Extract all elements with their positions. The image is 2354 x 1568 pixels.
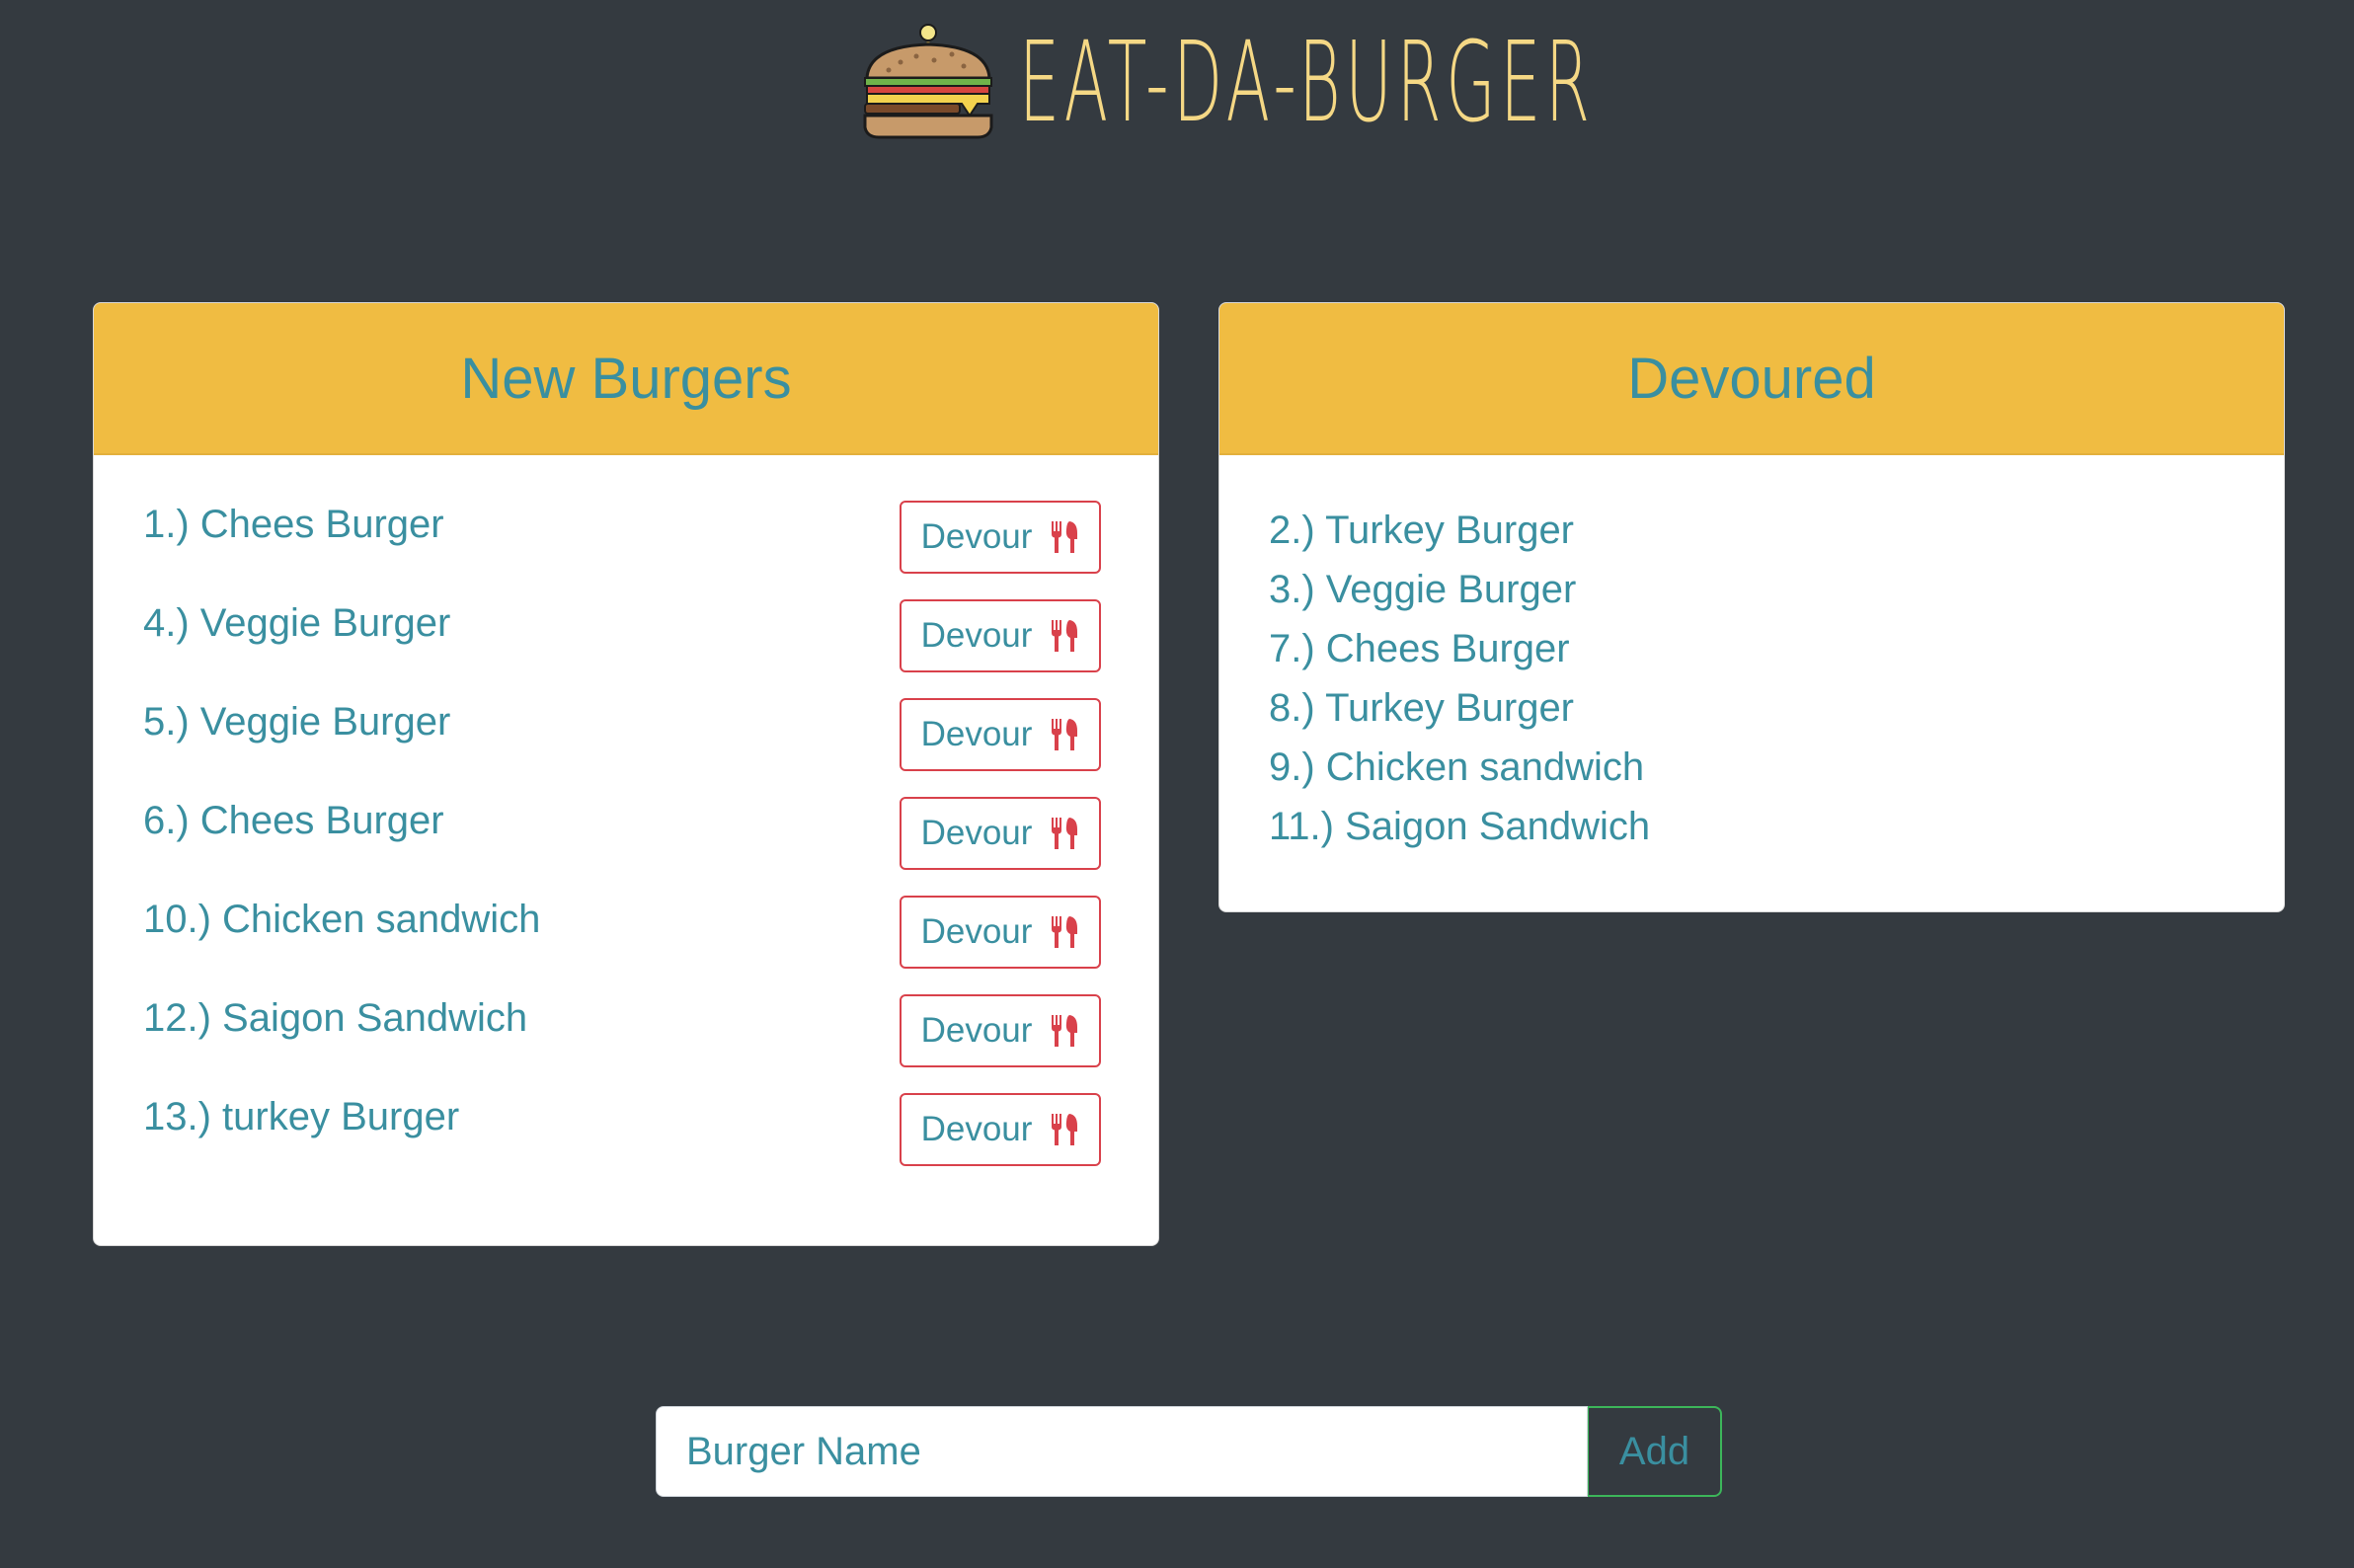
list-item: 13.) turkey Burger Devour bbox=[143, 1093, 1111, 1192]
devour-button[interactable]: Devour bbox=[900, 599, 1101, 672]
burger-name-input[interactable] bbox=[656, 1406, 1588, 1497]
list-item: 5.) Veggie Burger Devour bbox=[143, 698, 1111, 797]
new-burgers-list: 1.) Chees Burger Devour 4.) Veggie Burge… bbox=[143, 501, 1111, 1192]
list-item: 10.) Chicken sandwich Devour bbox=[143, 896, 1111, 994]
devour-button-label: Devour bbox=[920, 1011, 1033, 1050]
devoured-list: 2.) Turkey Burger 3.) Veggie Burger 7.) … bbox=[1269, 501, 2236, 856]
list-item: 11.) Saigon Sandwich bbox=[1269, 805, 1651, 848]
devour-button-label: Devour bbox=[920, 1110, 1033, 1148]
new-burgers-title: New Burgers bbox=[94, 303, 1158, 455]
list-item: 9.) Chicken sandwich bbox=[1269, 745, 1645, 789]
burger-name: 5.) Veggie Burger bbox=[143, 700, 451, 744]
devour-button[interactable]: Devour bbox=[900, 994, 1101, 1067]
devour-button-label: Devour bbox=[920, 616, 1033, 655]
list-item: 2.) Turkey Burger bbox=[1269, 509, 1575, 552]
add-burger-form: Add bbox=[656, 1406, 1722, 1497]
burger-name: 10.) Chicken sandwich bbox=[143, 898, 541, 941]
burger-name: 12.) Saigon Sandwich bbox=[143, 996, 528, 1040]
burger-icon bbox=[863, 24, 993, 139]
burger-name: 6.) Chees Burger bbox=[143, 799, 444, 842]
burger-name: 4.) Veggie Burger bbox=[143, 601, 451, 645]
devour-button[interactable]: Devour bbox=[900, 698, 1101, 771]
devoured-card: Devoured 2.) Turkey Burger 3.) Veggie Bu… bbox=[1218, 302, 2285, 912]
site-header: EAT-DA-BURGER bbox=[0, 14, 2354, 152]
site-title: EAT-DA-BURGER bbox=[1019, 19, 1595, 147]
devour-button[interactable]: Devour bbox=[900, 1093, 1101, 1166]
new-burgers-card: New Burgers 1.) Chees Burger Devour 4.) … bbox=[93, 302, 1159, 1246]
devour-button-label: Devour bbox=[920, 517, 1033, 556]
utensils-icon bbox=[1052, 916, 1078, 948]
utensils-icon bbox=[1052, 818, 1078, 849]
list-item: 4.) Veggie Burger Devour bbox=[143, 599, 1111, 698]
devour-button[interactable]: Devour bbox=[900, 797, 1101, 870]
devoured-title: Devoured bbox=[1219, 303, 2284, 455]
utensils-icon bbox=[1052, 1015, 1078, 1047]
utensils-icon bbox=[1052, 521, 1078, 553]
devour-button-label: Devour bbox=[920, 715, 1033, 753]
list-item: 12.) Saigon Sandwich Devour bbox=[143, 994, 1111, 1093]
list-item: 6.) Chees Burger Devour bbox=[143, 797, 1111, 896]
devour-button[interactable]: Devour bbox=[900, 896, 1101, 969]
utensils-icon bbox=[1052, 620, 1078, 652]
list-item: 8.) Turkey Burger bbox=[1269, 686, 1575, 730]
list-item: 7.) Chees Burger bbox=[1269, 627, 1570, 670]
devour-button[interactable]: Devour bbox=[900, 501, 1101, 574]
utensils-icon bbox=[1052, 719, 1078, 750]
devour-button-label: Devour bbox=[920, 814, 1033, 852]
add-button[interactable]: Add bbox=[1588, 1406, 1722, 1497]
list-item: 3.) Veggie Burger bbox=[1269, 568, 1577, 611]
devour-button-label: Devour bbox=[920, 912, 1033, 951]
burger-name: 13.) turkey Burger bbox=[143, 1095, 460, 1138]
burger-name: 1.) Chees Burger bbox=[143, 503, 444, 546]
list-item: 1.) Chees Burger Devour bbox=[143, 501, 1111, 599]
utensils-icon bbox=[1052, 1114, 1078, 1145]
